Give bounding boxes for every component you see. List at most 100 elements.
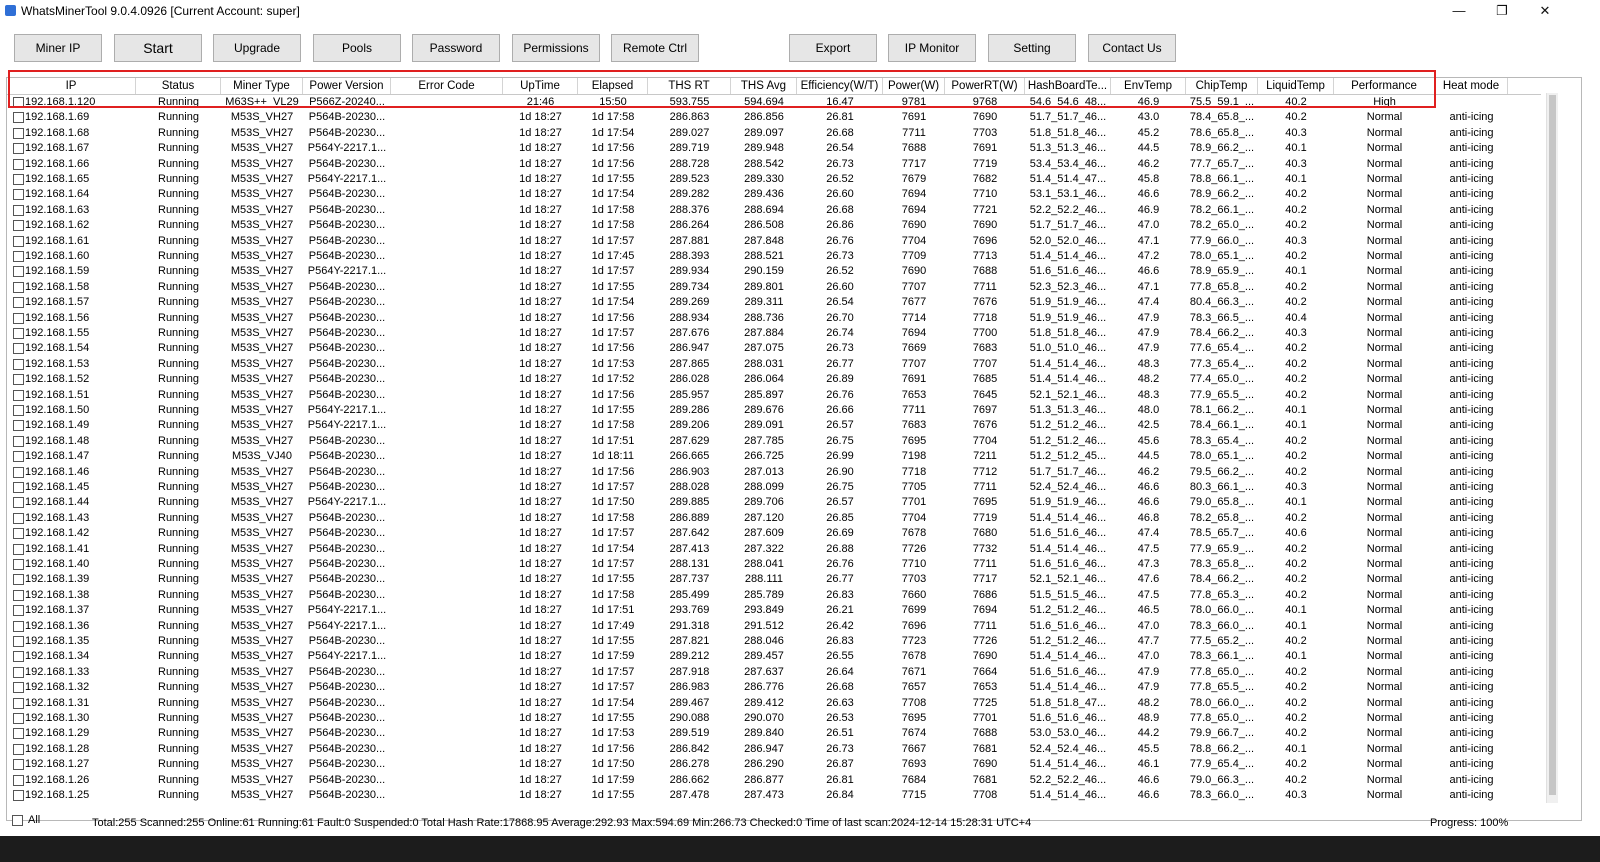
col-header-ip[interactable]: IP [7,78,136,94]
cell-error-code [391,388,503,403]
minimize-button[interactable]: — [1444,2,1474,20]
miner-ip-button[interactable]: Miner IP [14,34,102,62]
table-row[interactable]: 192.168.1.56 Running M53S_VH27 P564B-20230.… [7,311,1541,326]
col-header-liquid-temp[interactable]: LiquidTemp [1258,78,1334,94]
col-header-elapsed[interactable]: Elapsed [578,78,648,94]
table-row[interactable]: 192.168.1.68 Running M53S_VH27 P564B-20230.… [7,126,1541,141]
start-button[interactable]: Start [114,34,202,62]
table-row[interactable]: 192.168.1.45 Running M53S_VH27 P564B-20230.… [7,480,1541,495]
setting-button[interactable]: Setting [988,34,1076,62]
table-row[interactable]: 192.168.1.40 Running M53S_VH27 P564B-20230.… [7,557,1541,572]
password-button[interactable]: Password [412,34,500,62]
table-row[interactable]: 192.168.1.52 Running M53S_VH27 P564B-20230.… [7,372,1541,387]
col-header-error-code[interactable]: Error Code [391,78,503,94]
scrollbar-thumb[interactable] [1549,95,1556,795]
table-row[interactable]: 192.168.1.35 Running M53S_VH27 P564B-20230.… [7,634,1541,649]
table-row[interactable]: 192.168.1.44 Running M53S_VH27 P564Y-2217.1… [7,495,1541,510]
table-row[interactable]: 192.168.1.51 Running M53S_VH27 P564B-20230.… [7,388,1541,403]
col-header-hashboard-temp[interactable]: HashBoardTe... [1025,78,1111,94]
table-row[interactable]: 192.168.1.54 Running M53S_VH27 P564B-20230.… [7,341,1541,356]
table-row[interactable]: 192.168.1.120 Running M63S++_VL29 P566Z-202… [7,95,1541,110]
cell-miner-type: M53S_VH27 [230,157,294,170]
cell-elapsed: 1d 17:50 [591,758,635,771]
table-row[interactable]: 192.168.1.26 Running M53S_VH27 P564B-20230.… [7,773,1541,788]
table-row[interactable]: 192.168.1.32 Running M53S_VH27 P564B-20230.… [7,680,1541,695]
table-row[interactable]: 192.168.1.29 Running M53S_VH27 P564B-20230.… [7,726,1541,741]
table-row[interactable]: 192.168.1.48 Running M53S_VH27 P564B-20230.… [7,434,1541,449]
col-header-power-version[interactable]: Power Version [303,78,391,94]
table-row[interactable]: 192.168.1.63 Running M53S_VH27 P564B-20230.… [7,203,1541,218]
table-row[interactable]: 192.168.1.42 Running M53S_VH27 P564B-20230.… [7,526,1541,541]
close-button[interactable]: ✕ [1530,2,1560,20]
cell-ip: 192.168.1.38 [25,588,90,601]
table-row[interactable]: 192.168.1.53 Running M53S_VH27 P564B-20230.… [7,357,1541,372]
table-row[interactable]: 192.168.1.46 Running M53S_VH27 P564B-20230.… [7,465,1541,480]
upgrade-button[interactable]: Upgrade [213,34,301,62]
export-button[interactable]: Export [789,34,877,62]
cell-ths-avg: 289.330 [744,173,784,185]
table-row[interactable]: 192.168.1.55 Running M53S_VH27 P564B-20230.… [7,326,1541,341]
table-row[interactable]: 192.168.1.66 Running M53S_VH27 P564B-20230.… [7,157,1541,172]
cell-env-temp: 46.5 [1137,604,1160,617]
table-row[interactable]: 192.168.1.39 Running M53S_VH27 P564B-20230.… [7,572,1541,587]
cell-liquid-temp: 40.1 [1285,604,1307,617]
table-row[interactable]: 192.168.1.49 Running M53S_VH27 P564Y-2217.1… [7,418,1541,433]
table-row[interactable]: 192.168.1.60 Running M53S_VH27 P564B-20230.… [7,249,1541,264]
cell-error-code [391,526,503,541]
col-header-env-temp[interactable]: EnvTemp [1111,78,1186,94]
col-header-power-rt[interactable]: PowerRT(W) [945,78,1025,94]
cell-efficiency: 26.83 [826,635,854,647]
table-row[interactable]: 192.168.1.25 Running M53S_VH27 P564B-20230.… [7,788,1541,803]
table-row[interactable]: 192.168.1.33 Running M53S_VH27 P564B-20230.… [7,665,1541,680]
remote-ctrl-button[interactable]: Remote Ctrl [611,34,699,62]
table-row[interactable]: 192.168.1.34 Running M53S_VH27 P564Y-2217.1… [7,649,1541,664]
table-row[interactable]: 192.168.1.50 Running M53S_VH27 P564Y-2217.1… [7,403,1541,418]
col-header-heat-mode[interactable]: Heat mode [1435,78,1508,94]
cell-elapsed: 1d 17:54 [591,188,635,201]
col-header-performance[interactable]: Performance [1334,78,1435,94]
table-row[interactable]: 192.168.1.37 Running M53S_VH27 P564Y-2217.1… [7,603,1541,618]
table-row[interactable]: 192.168.1.58 Running M53S_VH27 P564B-20230.… [7,280,1541,295]
table-row[interactable]: 192.168.1.61 Running M53S_VH27 P564B-20230.… [7,234,1541,249]
ip-monitor-button[interactable]: IP Monitor [888,34,976,62]
maximize-button[interactable]: ❐ [1487,2,1517,20]
col-header-efficiency[interactable]: Efficiency(W/T) [797,78,883,94]
col-header-ths-rt[interactable]: THS RT [648,78,731,94]
table-row[interactable]: 192.168.1.65 Running M53S_VH27 P564Y-2217.1… [7,172,1541,187]
col-header-status[interactable]: Status [136,78,221,94]
select-all-checkbox[interactable] [12,815,23,826]
cell-uptime: 1d 18:27 [519,681,562,694]
pools-button[interactable]: Pools [313,34,401,62]
col-header-uptime[interactable]: UpTime [503,78,578,94]
vertical-scrollbar[interactable] [1546,93,1558,803]
table-row[interactable]: 192.168.1.41 Running M53S_VH27 P564B-20230.… [7,542,1541,557]
table-row[interactable]: 192.168.1.43 Running M53S_VH27 P564B-20230.… [7,511,1541,526]
cell-chip-temp: 78.2_66.1_... [1189,203,1255,216]
cell-liquid-temp: 40.1 [1285,265,1307,278]
table-row[interactable]: 192.168.1.57 Running M53S_VH27 P564B-20230.… [7,295,1541,310]
table-row[interactable]: 192.168.1.36 Running M53S_VH27 P564Y-2217.1… [7,619,1541,634]
table-row[interactable]: 192.168.1.64 Running M53S_VH27 P564B-20230.… [7,187,1541,202]
table-row[interactable]: 192.168.1.69 Running M53S_VH27 P564B-20230.… [7,110,1541,125]
table-row[interactable]: 192.168.1.59 Running M53S_VH27 P564Y-2217.1… [7,264,1541,279]
col-header-miner-type[interactable]: Miner Type [221,78,303,94]
col-header-chip-temp[interactable]: ChipTemp [1186,78,1258,94]
table-row[interactable]: 192.168.1.31 Running M53S_VH27 P564B-20230.… [7,696,1541,711]
cell-ths-avg: 288.046 [744,635,784,647]
contact-us-button[interactable]: Contact Us [1088,34,1176,62]
cell-chip-temp: 78.3_65.8_... [1189,558,1255,570]
cell-ip: 192.168.1.68 [25,126,90,139]
permissions-button[interactable]: Permissions [512,34,600,62]
table-row[interactable]: 192.168.1.38 Running M53S_VH27 P564B-20230.… [7,588,1541,603]
cell-uptime: 1d 18:27 [519,450,562,463]
table-row[interactable]: 192.168.1.27 Running M53S_VH27 P564B-20230.… [7,757,1541,772]
cell-heat-mode: anti-icing [1449,357,1494,370]
col-header-ths-avg[interactable]: THS Avg [731,78,797,94]
table-row[interactable]: 192.168.1.30 Running M53S_VH27 P564B-20230.… [7,711,1541,726]
table-row[interactable]: 192.168.1.28 Running M53S_VH27 P564B-20230.… [7,742,1541,757]
table-row[interactable]: 192.168.1.47 Running M53S_VJ40 P564B-20230.… [7,449,1541,464]
cell-efficiency: 26.87 [826,758,854,771]
table-row[interactable]: 192.168.1.67 Running M53S_VH27 P564Y-2217.1… [7,141,1541,156]
table-row[interactable]: 192.168.1.62 Running M53S_VH27 P564B-20230.… [7,218,1541,233]
col-header-power[interactable]: Power(W) [883,78,945,94]
